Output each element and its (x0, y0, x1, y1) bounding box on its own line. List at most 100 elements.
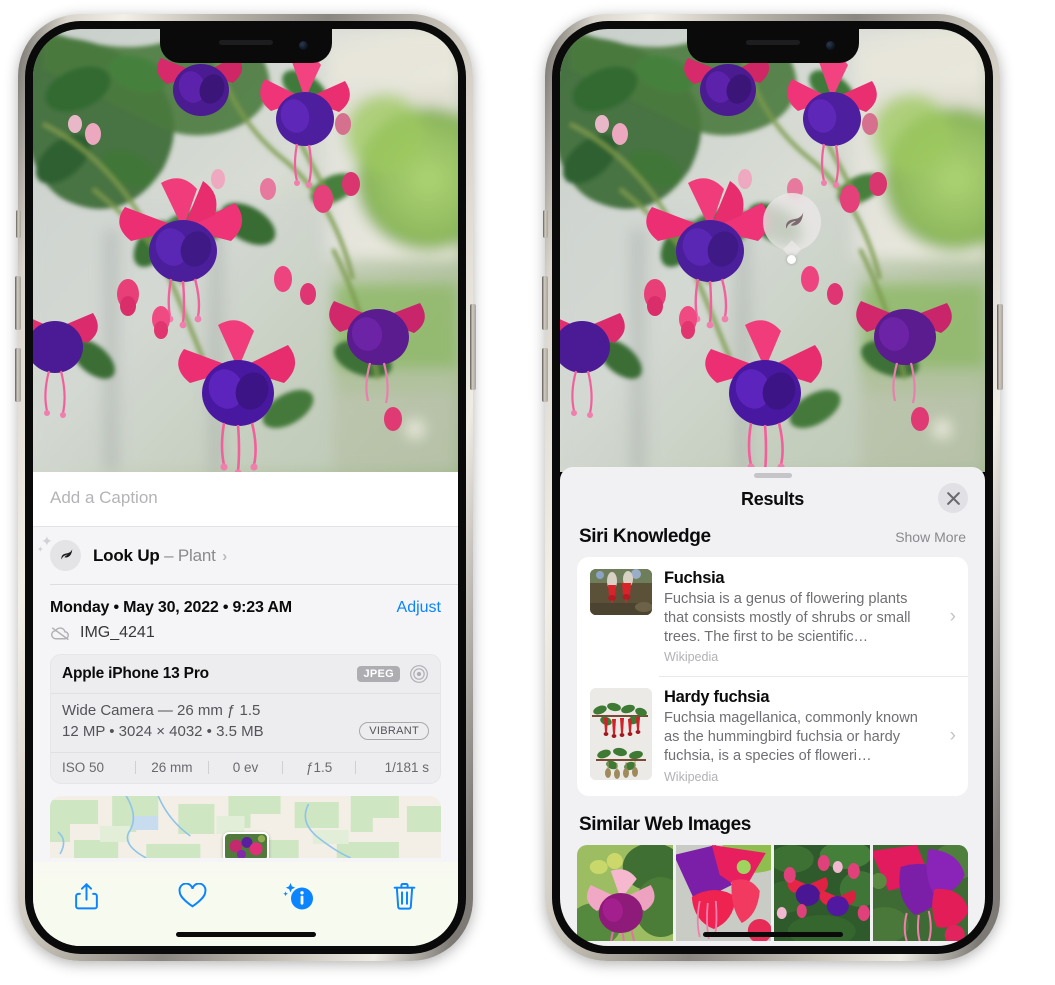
stat-focal: 26 mm (151, 760, 193, 775)
knowledge-title: Fuchsia (664, 569, 725, 587)
chevron-right-icon: › (222, 547, 227, 565)
leaf-icon: ✦ ✦ (37, 534, 81, 571)
metadata-row: Monday • May 30, 2022 • 9:23 AM Adjust (33, 585, 458, 621)
exif-body: Wide Camera — 26 mm ƒ 1.5 12 MP • 3024 ×… (51, 694, 440, 753)
chevron-right-icon: › (949, 725, 956, 747)
volume-up-button[interactable] (542, 276, 548, 330)
volume-up-button[interactable] (15, 276, 21, 330)
stat-ev: 0 ev (232, 760, 259, 775)
home-indicator[interactable] (702, 932, 843, 937)
front-camera (825, 41, 835, 50)
right-phone: Results Siri Knowledge Show More Fuchsia… (542, 14, 1003, 961)
chevron-right-icon: › (949, 605, 956, 627)
notch (159, 29, 332, 63)
close-button[interactable] (938, 483, 968, 513)
volume-down-button[interactable] (15, 348, 21, 402)
photo-viewer[interactable] (560, 29, 985, 472)
exif-header: Apple iPhone 13 Pro JPEG (51, 655, 440, 694)
mute-switch[interactable] (543, 210, 548, 238)
location-map[interactable] (50, 796, 441, 858)
exif-header-badges: JPEG (357, 664, 429, 684)
info-button[interactable] (276, 876, 322, 916)
map-photo-pin (222, 832, 269, 858)
list-item[interactable]: Fuchsia Fuchsia is a genus of flowering … (577, 557, 968, 676)
style-badge: VIBRANT (359, 722, 429, 740)
knowledge-source: Wikipedia (664, 769, 719, 784)
size-info-row: 12 MP • 3024 × 4032 • 3.5 MB VIBRANT (62, 722, 429, 740)
lens-info: Wide Camera — 26 mm ƒ 1.5 (62, 702, 261, 719)
share-button[interactable] (63, 876, 109, 916)
results-sheet: Results Siri Knowledge Show More Fuchsia… (560, 467, 985, 946)
list-item[interactable]: Hardy fuchsia Fuchsia magellanica, commo… (577, 676, 968, 795)
favorite-button[interactable] (169, 876, 215, 916)
knowledge-card: Fuchsia Fuchsia is a genus of flowering … (577, 557, 968, 796)
info-sparkle-icon (282, 883, 313, 910)
file-name: IMG_4241 (80, 624, 155, 641)
earpiece-speaker (218, 40, 273, 45)
web-image-thumb[interactable] (675, 844, 771, 941)
similar-web-images-header: Similar Web Images (560, 796, 985, 845)
knowledge-title: Hardy fuchsia (664, 688, 770, 707)
left-phone: Add a Caption ✦ ✦ Look Up – Plant › Mond… (15, 14, 476, 961)
hardy-fuchsia-thumbnail (590, 688, 652, 781)
mute-switch[interactable] (16, 210, 21, 238)
page-title: Results (741, 489, 804, 509)
results-header: Results (560, 478, 985, 524)
photo-detail-sheet: Add a Caption ✦ ✦ Look Up – Plant › Mond… (33, 472, 458, 946)
home-indicator[interactable] (175, 932, 316, 937)
exif-stats: ISO 50 26 mm 0 ev ƒ1.5 1/181 s (51, 753, 440, 783)
power-button[interactable] (470, 304, 476, 390)
left-phone-screen: Add a Caption ✦ ✦ Look Up – Plant › Mond… (33, 29, 458, 946)
knowledge-text: Fuchsia Fuchsia is a genus of flowering … (664, 569, 938, 664)
section-title: Similar Web Images (579, 813, 751, 835)
visual-look-up-badge[interactable] (763, 193, 821, 259)
visual-look-up-dot (787, 255, 796, 264)
aperture-icon (410, 665, 428, 683)
sparkle-small-icon: ✦ (37, 545, 44, 554)
camera-device: Apple iPhone 13 Pro (62, 665, 209, 682)
similar-web-images-strip[interactable] (577, 844, 968, 941)
heart-icon (178, 883, 207, 908)
close-icon (946, 491, 960, 505)
notch (686, 29, 859, 63)
trash-icon (394, 882, 416, 910)
section-title: Siri Knowledge (579, 526, 711, 547)
look-up-subject: Plant (177, 545, 216, 565)
screenshot-root: Add a Caption ✦ ✦ Look Up – Plant › Mond… (0, 0, 1055, 985)
look-up-label: Look Up – Plant › (93, 546, 227, 566)
knowledge-text: Hardy fuchsia Fuchsia magellanica, commo… (664, 688, 938, 783)
delete-button[interactable] (382, 876, 428, 916)
knowledge-description: Fuchsia is a genus of flowering plants t… (664, 591, 911, 645)
siri-knowledge-header: Siri Knowledge Show More (560, 524, 985, 557)
look-up-title: Look Up (93, 545, 160, 565)
web-image-thumb[interactable] (872, 844, 968, 941)
caption-input[interactable]: Add a Caption (33, 472, 458, 527)
fuchsia-thumbnail (590, 569, 652, 615)
stat-shutter: 1/181 s (384, 760, 429, 775)
knowledge-description: Fuchsia magellanica, commonly known as t… (664, 710, 918, 765)
power-button[interactable] (997, 304, 1003, 390)
look-up-row[interactable]: ✦ ✦ Look Up – Plant › (33, 527, 458, 585)
show-more-button[interactable]: Show More (895, 529, 966, 545)
file-row: IMG_4241 (33, 621, 458, 654)
web-image-thumb[interactable] (774, 844, 870, 941)
share-icon (74, 882, 98, 909)
format-badge: JPEG (357, 666, 400, 682)
exif-card[interactable]: Apple iPhone 13 Pro JPEG Wide Camera — 2… (50, 654, 441, 784)
photo-date: Monday • May 30, 2022 • 9:23 AM (50, 599, 292, 616)
stat-aperture: ƒ1.5 (305, 760, 333, 775)
front-camera (298, 41, 308, 50)
knowledge-source: Wikipedia (664, 650, 719, 665)
look-up-separator: – (164, 545, 174, 565)
cloud-slash-icon (51, 626, 69, 640)
photo-viewer[interactable] (33, 29, 458, 472)
adjust-button[interactable]: Adjust (397, 599, 441, 617)
volume-down-button[interactable] (542, 348, 548, 402)
leaf-icon (785, 212, 803, 229)
web-image-thumb[interactable] (577, 844, 673, 941)
right-phone-screen: Results Siri Knowledge Show More Fuchsia… (560, 29, 985, 946)
bottom-toolbar (33, 862, 458, 946)
earpiece-speaker (745, 40, 800, 45)
stat-iso: ISO 50 (62, 760, 105, 775)
size-info: 12 MP • 3024 × 4032 • 3.5 MB (62, 722, 264, 740)
